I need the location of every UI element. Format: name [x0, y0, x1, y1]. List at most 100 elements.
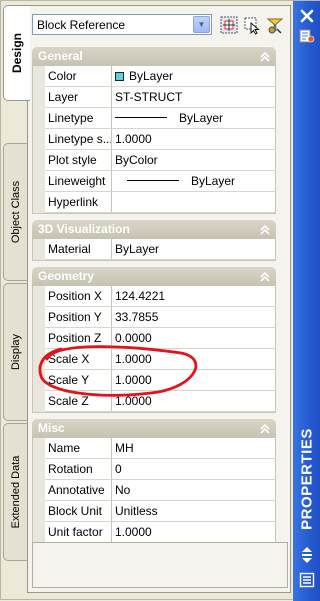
object-type-value: Block Reference — [37, 18, 126, 32]
section-geometry-header[interactable]: Geometry — [32, 267, 276, 286]
property-value-text: ByLayer — [179, 111, 224, 125]
select-objects-icon[interactable] — [242, 15, 262, 35]
property-name: Scale X — [45, 349, 112, 370]
property-name: Linetype — [45, 108, 112, 129]
section-misc-header[interactable]: Misc — [32, 419, 276, 438]
property-name: Scale Z — [45, 391, 112, 412]
tab-design[interactable]: Design — [3, 5, 30, 101]
section-misc-rows: Name MH Rotation 0 Annotative No Block U… — [32, 438, 276, 550]
property-value[interactable]: 1.0000 — [112, 129, 275, 150]
property-row-hyperlink[interactable]: Hyperlink — [45, 192, 275, 213]
property-row-layer[interactable]: Layer ST-STRUCT — [45, 87, 275, 108]
property-value[interactable]: 0 — [112, 459, 275, 480]
property-value[interactable]: 1.0000 — [112, 370, 275, 391]
section-title: Misc — [38, 421, 65, 435]
collapse-section-icon[interactable] — [259, 51, 271, 63]
palette-title: PROPERTIES — [298, 428, 316, 530]
tab-extended-data[interactable]: Extended Data — [3, 423, 27, 561]
property-value[interactable]: Unitless — [112, 501, 275, 522]
property-value[interactable]: No — [112, 480, 275, 501]
section-title: Geometry — [38, 269, 95, 283]
property-name: Layer — [45, 87, 112, 108]
collapse-section-icon[interactable] — [259, 271, 271, 283]
property-row-linetype-scale[interactable]: Linetype s... 1.0000 — [45, 129, 275, 150]
property-name: Block Unit — [45, 501, 112, 522]
property-name: Plot style — [45, 150, 112, 171]
properties-panel: Block Reference ▼ General Color ByLayer … — [27, 5, 291, 593]
linetype-sample — [115, 117, 167, 118]
section-3d-visualization-rows: Material ByLayer — [32, 239, 276, 261]
property-row-position-y[interactable]: Position Y 33.7855 — [45, 307, 275, 328]
property-row-lineweight[interactable]: Lineweight ByLayer — [45, 171, 275, 192]
property-sections: General Color ByLayer Layer ST-STRUCT Li… — [32, 47, 276, 556]
vertical-tabs: Design Object Class Display Extended Dat… — [3, 5, 30, 589]
property-row-annotative[interactable]: Annotative No — [45, 480, 275, 501]
property-value[interactable]: 33.7855 — [112, 307, 275, 328]
property-value[interactable]: ByLayer — [112, 66, 275, 87]
property-value[interactable]: 124.4221 — [112, 286, 275, 307]
section-general: General Color ByLayer Layer ST-STRUCT Li… — [32, 47, 276, 214]
section-3d-visualization-header[interactable]: 3D Visualization — [32, 220, 276, 239]
color-swatch — [115, 72, 124, 81]
property-value[interactable]: ByLayer — [112, 239, 275, 260]
collapse-section-icon[interactable] — [259, 423, 271, 435]
property-row-rotation[interactable]: Rotation 0 — [45, 459, 275, 480]
palette-properties-icon[interactable] — [298, 27, 316, 45]
section-misc: Misc Name MH Rotation 0 Annotative No Bl… — [32, 419, 276, 550]
property-row-position-x[interactable]: Position X 124.4221 — [45, 286, 275, 307]
tab-design-label: Design — [10, 32, 24, 74]
tab-display-label: Display — [9, 333, 22, 371]
property-row-position-z[interactable]: Position Z 0.0000 — [45, 328, 275, 349]
property-row-material[interactable]: Material ByLayer — [45, 239, 275, 260]
property-name: Scale Y — [45, 370, 112, 391]
property-name: Name — [45, 438, 112, 459]
property-value[interactable] — [112, 192, 275, 213]
property-row-plot-style[interactable]: Plot style ByColor — [45, 150, 275, 171]
section-general-rows: Color ByLayer Layer ST-STRUCT Linetype B… — [32, 66, 276, 214]
property-value[interactable]: 1.0000 — [112, 522, 275, 543]
property-row-color[interactable]: Color ByLayer — [45, 66, 275, 87]
property-value[interactable]: ByLayer — [112, 108, 275, 129]
property-name: Annotative — [45, 480, 112, 501]
property-name: Material — [45, 239, 112, 260]
section-title: General — [38, 49, 83, 63]
property-row-name[interactable]: Name MH — [45, 438, 275, 459]
section-geometry: Geometry Position X 124.4221 Position Y … — [32, 267, 276, 413]
chevron-down-icon[interactable]: ▼ — [193, 16, 210, 33]
toolbar: Block Reference ▼ — [32, 11, 288, 37]
section-title: 3D Visualization — [38, 222, 130, 236]
quick-select-icon[interactable] — [219, 15, 239, 35]
property-row-scale-z[interactable]: Scale Z 1.0000 — [45, 391, 275, 412]
property-value[interactable]: 0.0000 — [112, 328, 275, 349]
property-row-unit-factor[interactable]: Unit factor 1.0000 — [45, 522, 275, 543]
property-name: Position Y — [45, 307, 112, 328]
collapse-section-icon[interactable] — [259, 224, 271, 236]
property-name: Color — [45, 66, 112, 87]
palette-menu-icon[interactable] — [299, 572, 315, 588]
property-value[interactable]: MH — [112, 438, 275, 459]
section-general-header[interactable]: General — [32, 47, 276, 66]
property-value[interactable]: ST-STRUCT — [112, 87, 275, 108]
property-row-linetype[interactable]: Linetype ByLayer — [45, 108, 275, 129]
object-type-dropdown[interactable]: Block Reference ▼ — [32, 14, 212, 35]
autohide-icon[interactable] — [300, 546, 314, 564]
tab-display[interactable]: Display — [3, 283, 27, 421]
property-name: Position X — [45, 286, 112, 307]
property-row-scale-x[interactable]: Scale X 1.0000 — [45, 349, 275, 370]
property-name: Unit factor — [45, 522, 112, 543]
property-value[interactable]: 1.0000 — [112, 349, 275, 370]
property-name: Position Z — [45, 328, 112, 349]
tab-object-class[interactable]: Object Class — [3, 143, 27, 281]
tab-object-class-label: Object Class — [9, 180, 22, 244]
property-row-block-unit[interactable]: Block Unit Unitless — [45, 501, 275, 522]
property-row-scale-y[interactable]: Scale Y 1.0000 — [45, 370, 275, 391]
palette-titlebar[interactable]: PROPERTIES — [293, 1, 320, 601]
close-icon[interactable] — [298, 7, 316, 25]
property-value[interactable]: ByLayer — [112, 171, 275, 192]
section-geometry-rows: Position X 124.4221 Position Y 33.7855 P… — [32, 286, 276, 413]
description-pane — [32, 542, 288, 588]
property-name: Lineweight — [45, 171, 112, 192]
property-value[interactable]: 1.0000 — [112, 391, 275, 412]
pickadd-icon[interactable] — [265, 15, 285, 35]
property-value[interactable]: ByColor — [112, 150, 275, 171]
